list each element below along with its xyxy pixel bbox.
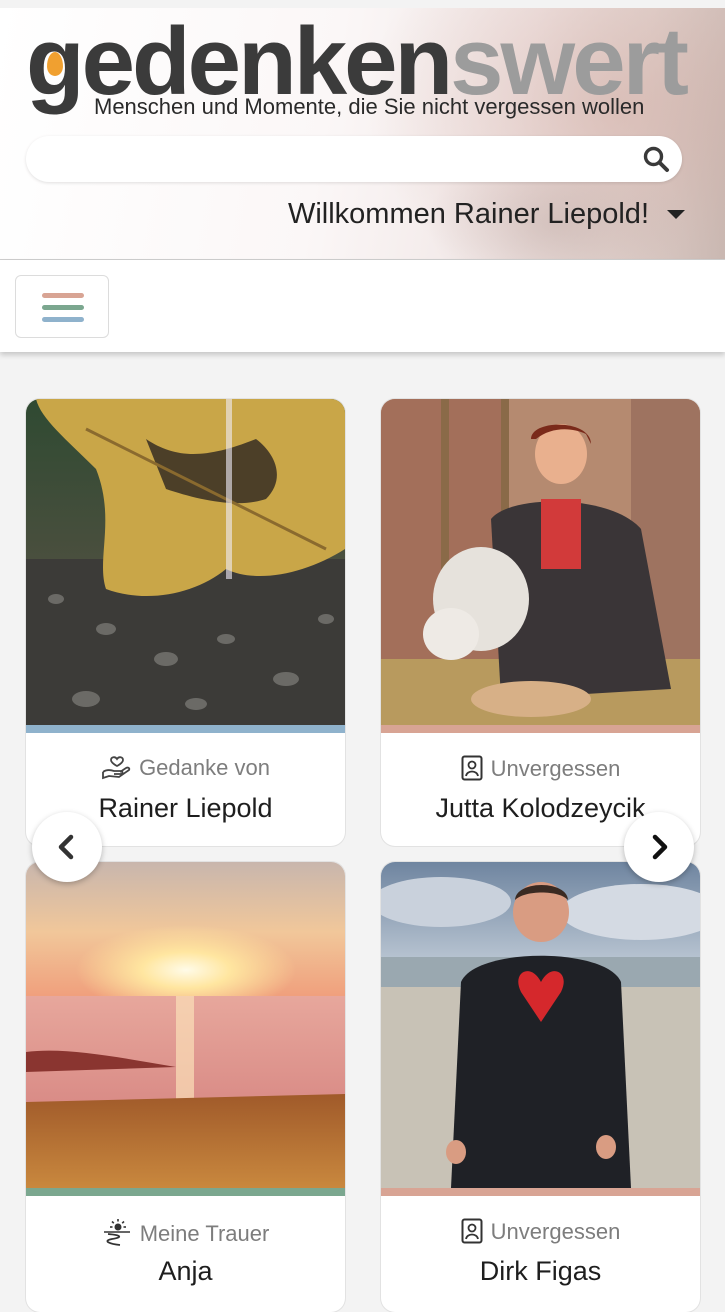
site-tagline: Menschen und Momente, die Sie nicht verg… — [94, 94, 645, 119]
heart-hand-icon — [102, 756, 131, 780]
memorial-card[interactable]: Unvergessen Dirk Figas — [381, 862, 700, 1312]
card-image-man-at-beach — [381, 862, 700, 1188]
nav-bar — [0, 260, 725, 352]
category-stripe — [381, 1188, 700, 1196]
carousel-next-button[interactable] — [624, 812, 694, 882]
search-input[interactable] — [44, 144, 644, 174]
card-category: Gedanke von — [26, 755, 345, 781]
card-category: Unvergessen — [381, 755, 700, 782]
category-stripe — [26, 725, 345, 733]
chevron-down-icon — [667, 210, 685, 219]
card-category-label: Gedanke von — [139, 755, 270, 780]
search-icon[interactable] — [642, 145, 670, 173]
card-category-label: Unvergessen — [490, 1219, 621, 1244]
category-stripe — [26, 1188, 345, 1196]
category-stripe — [381, 725, 700, 733]
flame-drop-icon — [47, 52, 63, 76]
card-category: Meine Trauer — [26, 1218, 345, 1247]
chevron-left-icon — [58, 834, 74, 860]
card-image-woman-with-dog — [381, 399, 700, 725]
card-category: Unvergessen — [381, 1218, 700, 1245]
memorial-card[interactable]: Unvergessen Jutta Kolodzeycik — [381, 399, 700, 846]
memorial-card[interactable]: Gedanke von Rainer Liepold — [26, 399, 345, 846]
card-name: Anja — [158, 1256, 213, 1286]
sunset-path-icon — [103, 1219, 130, 1246]
card-category-label: Meine Trauer — [139, 1221, 270, 1246]
memorial-card[interactable]: Meine Trauer Anja — [26, 862, 345, 1312]
card-category-label: Unvergessen — [490, 756, 621, 781]
card-image-autumn-leaf — [26, 399, 345, 725]
site-header: gedenkenswert Menschen und Momente, die … — [0, 8, 725, 260]
hamburger-menu-button[interactable] — [15, 275, 109, 338]
welcome-text: Willkommen Rainer Liepold! — [287, 198, 649, 230]
user-menu-toggle[interactable]: Willkommen Rainer Liepold! — [288, 198, 685, 231]
search-bar[interactable] — [26, 136, 682, 182]
portrait-icon — [461, 755, 483, 781]
chevron-right-icon — [652, 834, 668, 860]
portrait-icon — [461, 1218, 483, 1244]
card-name: Dirk Figas — [479, 1256, 602, 1286]
card-image-sunset-sea — [26, 862, 345, 1188]
carousel-prev-button[interactable] — [32, 812, 102, 882]
